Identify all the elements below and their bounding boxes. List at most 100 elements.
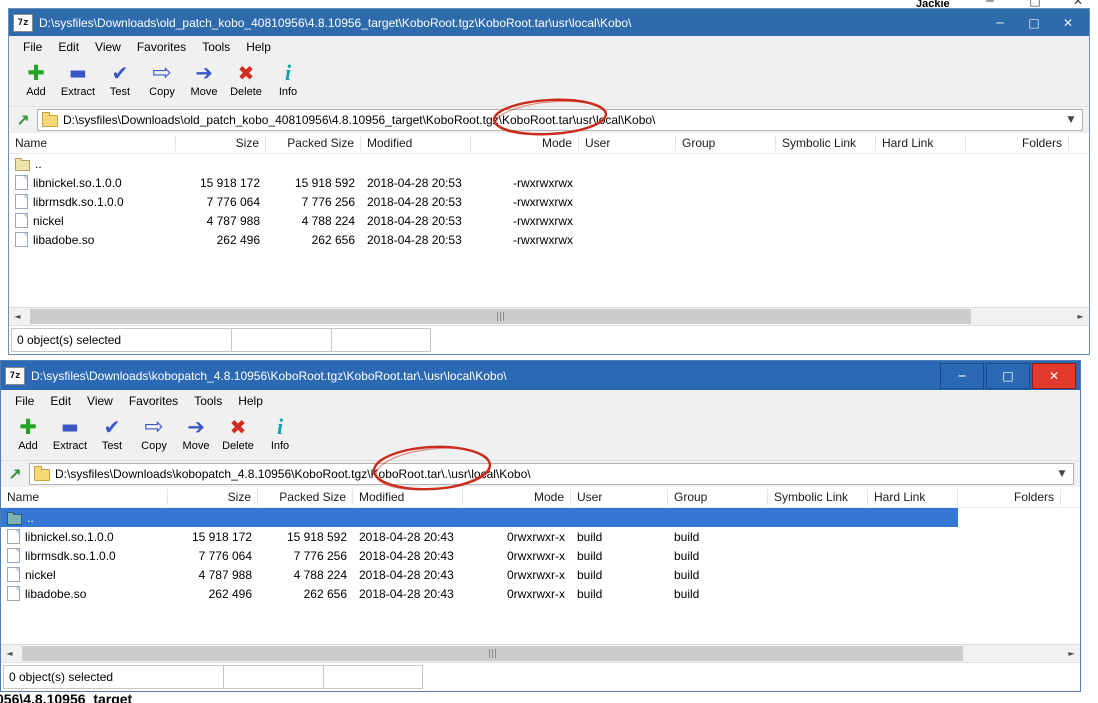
column-header-hard-link[interactable]: Hard Link bbox=[876, 135, 966, 151]
file-row[interactable]: libnickel.so.1.0.0 15 918 172 15 918 592… bbox=[1, 527, 1080, 546]
column-header-hard-link[interactable]: Hard Link bbox=[868, 489, 958, 505]
menu-tools[interactable]: Tools bbox=[186, 394, 230, 408]
file-row[interactable]: librmsdk.so.1.0.0 7 776 064 7 776 256 20… bbox=[1, 546, 1080, 565]
file-icon bbox=[7, 548, 20, 563]
tool-label: Extract bbox=[60, 86, 96, 98]
menu-help[interactable]: Help bbox=[238, 40, 279, 54]
close-button[interactable]: ✕ bbox=[1051, 16, 1085, 30]
column-header-group[interactable]: Group bbox=[676, 135, 776, 151]
titlebar[interactable]: 7z D:\sysfiles\Downloads\old_patch_kobo_… bbox=[9, 9, 1089, 36]
file-row[interactable]: librmsdk.so.1.0.0 7 776 064 7 776 256 20… bbox=[9, 192, 1089, 211]
background-minimize-icon[interactable]: ─ bbox=[975, 0, 1005, 8]
column-header-size[interactable]: Size bbox=[176, 135, 266, 151]
column-header-name[interactable]: Name bbox=[1, 489, 168, 505]
menu-favorites[interactable]: Favorites bbox=[129, 40, 194, 54]
close-button[interactable]: ✕ bbox=[1032, 362, 1076, 389]
scroll-left-icon[interactable] bbox=[9, 308, 26, 325]
move-button[interactable]: Move bbox=[175, 414, 217, 452]
column-header-modified[interactable]: Modified bbox=[361, 135, 471, 151]
minimize-button[interactable]: ─ bbox=[983, 16, 1017, 30]
go-up-icon[interactable] bbox=[15, 111, 31, 130]
window-title: D:\sysfiles\Downloads\old_patch_kobo_408… bbox=[39, 15, 632, 30]
column-header-mode[interactable]: Mode bbox=[471, 135, 579, 151]
info-button[interactable]: Info bbox=[267, 60, 309, 98]
menu-bar: File Edit View Favorites Tools Help bbox=[1, 390, 1080, 412]
scrollbar-track[interactable] bbox=[26, 308, 1072, 325]
menu-help[interactable]: Help bbox=[230, 394, 271, 408]
file-mode: -rwxrwxrwx bbox=[513, 232, 573, 247]
scroll-left-icon[interactable] bbox=[1, 645, 18, 662]
address-dropdown-icon[interactable] bbox=[1055, 469, 1069, 479]
address-bar[interactable]: D:\sysfiles\Downloads\kobopatch_4.8.1095… bbox=[29, 463, 1074, 485]
file-size: 7 776 064 bbox=[198, 548, 252, 563]
extract-button[interactable]: Extract bbox=[57, 60, 99, 98]
menu-view[interactable]: View bbox=[87, 40, 129, 54]
file-size: 4 787 988 bbox=[206, 213, 260, 228]
test-button[interactable]: Test bbox=[91, 414, 133, 452]
file-row[interactable]: nickel 4 787 988 4 788 224 2018-04-28 20… bbox=[1, 565, 1080, 584]
menu-edit[interactable]: Edit bbox=[50, 40, 87, 54]
horizontal-scrollbar[interactable] bbox=[1, 644, 1080, 662]
column-header-packed-size[interactable]: Packed Size bbox=[258, 489, 353, 505]
file-row-parent-selected[interactable]: .. bbox=[1, 508, 958, 527]
horizontal-scrollbar[interactable] bbox=[9, 307, 1089, 325]
background-maximize-icon[interactable]: □ bbox=[1020, 0, 1050, 8]
file-row-parent[interactable]: .. bbox=[9, 154, 1089, 173]
scroll-right-icon[interactable] bbox=[1063, 645, 1080, 662]
address-dropdown-icon[interactable] bbox=[1064, 115, 1078, 125]
tool-label: Test bbox=[101, 440, 123, 452]
scrollbar-thumb[interactable] bbox=[30, 309, 972, 324]
menu-view[interactable]: View bbox=[79, 394, 121, 408]
menu-tools[interactable]: Tools bbox=[194, 40, 238, 54]
copy-button[interactable]: Copy bbox=[133, 414, 175, 452]
column-header-user[interactable]: User bbox=[579, 135, 676, 151]
column-header-folders[interactable]: Folders bbox=[958, 489, 1061, 505]
file-row[interactable]: libadobe.so 262 496 262 656 2018-04-28 2… bbox=[1, 584, 1080, 603]
file-name-cell: .. bbox=[1, 511, 168, 525]
extract-button[interactable]: Extract bbox=[49, 414, 91, 452]
menu-edit[interactable]: Edit bbox=[42, 394, 79, 408]
file-row[interactable]: libadobe.so 262 496 262 656 2018-04-28 2… bbox=[9, 230, 1089, 249]
file-row[interactable]: nickel 4 787 988 4 788 224 2018-04-28 20… bbox=[9, 211, 1089, 230]
file-row[interactable]: libnickel.so.1.0.0 15 918 172 15 918 592… bbox=[9, 173, 1089, 192]
scrollbar-track[interactable] bbox=[18, 645, 1063, 662]
address-row: D:\sysfiles\Downloads\kobopatch_4.8.1095… bbox=[1, 461, 1080, 487]
copy-button[interactable]: Copy bbox=[141, 60, 183, 98]
column-header-packed-size[interactable]: Packed Size bbox=[266, 135, 361, 151]
extract-icon bbox=[61, 414, 79, 440]
file-name-cell: nickel bbox=[1, 567, 168, 582]
column-header-symbolic-link[interactable]: Symbolic Link bbox=[768, 489, 868, 505]
status-bar: 0 object(s) selected bbox=[9, 325, 1089, 354]
column-header-modified[interactable]: Modified bbox=[353, 489, 463, 505]
file-packed-size: 15 918 592 bbox=[294, 175, 355, 190]
minimize-button[interactable]: ─ bbox=[940, 362, 984, 389]
column-header-size[interactable]: Size bbox=[168, 489, 258, 505]
menu-favorites[interactable]: Favorites bbox=[121, 394, 186, 408]
column-header-user[interactable]: User bbox=[571, 489, 668, 505]
add-button[interactable]: Add bbox=[7, 414, 49, 452]
column-header-folders[interactable]: Folders bbox=[966, 135, 1069, 151]
address-bar[interactable]: D:\sysfiles\Downloads\old_patch_kobo_408… bbox=[37, 109, 1083, 131]
column-header-symbolic-link[interactable]: Symbolic Link bbox=[776, 135, 876, 151]
add-button[interactable]: Add bbox=[15, 60, 57, 98]
go-up-icon[interactable] bbox=[7, 465, 23, 484]
file-modified: 2018-04-28 20:43 bbox=[359, 586, 454, 601]
scroll-right-icon[interactable] bbox=[1072, 308, 1089, 325]
test-button[interactable]: Test bbox=[99, 60, 141, 98]
maximize-button[interactable]: □ bbox=[1017, 16, 1051, 30]
maximize-button[interactable]: □ bbox=[986, 362, 1030, 389]
column-header-mode[interactable]: Mode bbox=[463, 489, 571, 505]
delete-button[interactable]: Delete bbox=[217, 414, 259, 452]
column-header-name[interactable]: Name bbox=[9, 135, 176, 151]
titlebar[interactable]: 7z D:\sysfiles\Downloads\kobopatch_4.8.1… bbox=[1, 361, 1080, 390]
info-button[interactable]: Info bbox=[259, 414, 301, 452]
column-header-row: Name Size Packed Size Modified Mode User… bbox=[9, 133, 1089, 154]
menu-file[interactable]: File bbox=[15, 40, 50, 54]
delete-button[interactable]: Delete bbox=[225, 60, 267, 98]
scrollbar-thumb[interactable] bbox=[22, 646, 963, 661]
menu-file[interactable]: File bbox=[7, 394, 42, 408]
move-button[interactable]: Move bbox=[183, 60, 225, 98]
background-close-icon[interactable]: ✕ bbox=[1063, 0, 1093, 8]
tool-label: Add bbox=[18, 440, 38, 452]
column-header-group[interactable]: Group bbox=[668, 489, 768, 505]
